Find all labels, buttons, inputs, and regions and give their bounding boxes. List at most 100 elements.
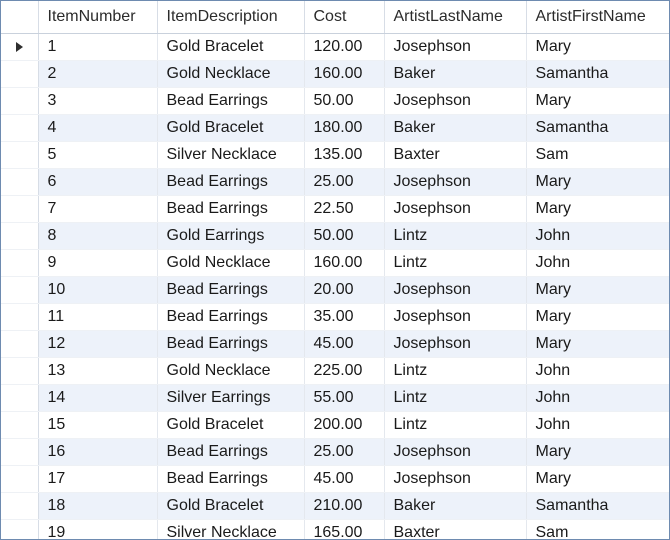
cell-item-number[interactable]: 6 [38,168,158,196]
cell-item-number[interactable]: 18 [38,492,158,520]
cell-item-description[interactable]: Gold Earrings [157,222,305,250]
cell-item-number[interactable]: 9 [38,249,158,277]
cell-artist-last-name[interactable]: Baxter [384,519,527,539]
cell-artist-last-name[interactable]: Baker [384,60,527,88]
cell-cost[interactable]: 210.00 [304,492,385,520]
cell-item-number[interactable]: 10 [38,276,158,304]
cell-cost[interactable]: 20.00 [304,276,385,304]
cell-cost[interactable]: 165.00 [304,519,385,539]
table-row[interactable]: 6 Bead Earrings 25.00 Josephson Mary [1,168,669,196]
cell-artist-first-name[interactable]: John [526,411,669,439]
cell-artist-last-name[interactable]: Josephson [384,465,527,493]
cell-artist-first-name[interactable]: John [526,357,669,385]
cell-cost[interactable]: 25.00 [304,168,385,196]
cell-item-number[interactable]: 3 [38,87,158,115]
table-row[interactable]: 11 Bead Earrings 35.00 Josephson Mary [1,303,669,331]
cell-cost[interactable]: 35.00 [304,303,385,331]
table-row[interactable]: 17 Bead Earrings 45.00 Josephson Mary [1,465,669,493]
cell-item-description[interactable]: Gold Necklace [157,249,305,277]
cell-item-number[interactable]: 4 [38,114,158,142]
row-selector[interactable] [1,492,39,520]
cell-artist-first-name[interactable]: Sam [526,519,669,539]
cell-artist-last-name[interactable]: Lintz [384,222,527,250]
cell-item-description[interactable]: Silver Necklace [157,519,305,539]
column-header-itemnumber[interactable]: ItemNumber [38,1,158,34]
cell-cost[interactable]: 160.00 [304,60,385,88]
cell-artist-first-name[interactable]: Mary [526,465,669,493]
cell-cost[interactable]: 45.00 [304,330,385,358]
row-selector[interactable] [1,168,39,196]
cell-artist-first-name[interactable]: John [526,384,669,412]
cell-cost[interactable]: 200.00 [304,411,385,439]
cell-artist-first-name[interactable]: Mary [526,168,669,196]
cell-artist-last-name[interactable]: Josephson [384,303,527,331]
cell-cost[interactable]: 180.00 [304,114,385,142]
cell-item-number[interactable]: 7 [38,195,158,223]
table-row[interactable]: 12 Bead Earrings 45.00 Josephson Mary [1,330,669,358]
cell-item-description[interactable]: Silver Earrings [157,384,305,412]
cell-item-number[interactable]: 5 [38,141,158,169]
column-header-itemdescription[interactable]: ItemDescription [157,1,305,34]
cell-artist-last-name[interactable]: Lintz [384,249,527,277]
table-row[interactable]: 10 Bead Earrings 20.00 Josephson Mary [1,276,669,304]
row-selector-header[interactable] [1,1,39,34]
table-row[interactable]: 1 Gold Bracelet 120.00 Josephson Mary [1,33,669,61]
cell-cost[interactable]: 22.50 [304,195,385,223]
cell-artist-first-name[interactable]: John [526,249,669,277]
cell-item-description[interactable]: Bead Earrings [157,195,305,223]
cell-item-description[interactable]: Silver Necklace [157,141,305,169]
table-row[interactable]: 16 Bead Earrings 25.00 Josephson Mary [1,438,669,466]
cell-artist-last-name[interactable]: Lintz [384,357,527,385]
column-header-artistfirstname[interactable]: ArtistFirstName [526,1,669,34]
table-row[interactable]: 19 Silver Necklace 165.00 Baxter Sam [1,519,669,539]
cell-item-description[interactable]: Bead Earrings [157,276,305,304]
table-row[interactable]: 4 Gold Bracelet 180.00 Baker Samantha [1,114,669,142]
cell-cost[interactable]: 160.00 [304,249,385,277]
cell-item-description[interactable]: Gold Bracelet [157,492,305,520]
cell-cost[interactable]: 55.00 [304,384,385,412]
cell-item-number[interactable]: 17 [38,465,158,493]
table-row[interactable]: 15 Gold Bracelet 200.00 Lintz John [1,411,669,439]
cell-artist-last-name[interactable]: Josephson [384,330,527,358]
cell-item-description[interactable]: Gold Necklace [157,60,305,88]
cell-item-number[interactable]: 14 [38,384,158,412]
cell-artist-last-name[interactable]: Josephson [384,195,527,223]
table-row[interactable]: 5 Silver Necklace 135.00 Baxter Sam [1,141,669,169]
cell-item-description[interactable]: Bead Earrings [157,303,305,331]
row-selector[interactable] [1,87,39,115]
cell-artist-last-name[interactable]: Josephson [384,168,527,196]
row-selector[interactable] [1,195,39,223]
row-selector[interactable] [1,465,39,493]
cell-item-description[interactable]: Bead Earrings [157,330,305,358]
cell-artist-first-name[interactable]: Mary [526,330,669,358]
cell-item-description[interactable]: Bead Earrings [157,168,305,196]
row-selector[interactable] [1,249,39,277]
cell-cost[interactable]: 50.00 [304,87,385,115]
table-row[interactable]: 7 Bead Earrings 22.50 Josephson Mary [1,195,669,223]
cell-cost[interactable]: 135.00 [304,141,385,169]
cell-artist-first-name[interactable]: Samantha [526,114,669,142]
cell-cost[interactable]: 45.00 [304,465,385,493]
cell-artist-last-name[interactable]: Lintz [384,384,527,412]
cell-item-description[interactable]: Gold Bracelet [157,33,305,61]
cell-artist-last-name[interactable]: Josephson [384,438,527,466]
cell-cost[interactable]: 225.00 [304,357,385,385]
cell-artist-first-name[interactable]: Samantha [526,492,669,520]
table-row[interactable]: 3 Bead Earrings 50.00 Josephson Mary [1,87,669,115]
cell-artist-last-name[interactable]: Josephson [384,33,527,61]
row-selector[interactable] [1,141,39,169]
cell-artist-first-name[interactable]: Mary [526,33,669,61]
cell-artist-first-name[interactable]: John [526,222,669,250]
cell-artist-first-name[interactable]: Mary [526,276,669,304]
cell-artist-first-name[interactable]: Mary [526,87,669,115]
cell-artist-last-name[interactable]: Baker [384,492,527,520]
cell-item-number[interactable]: 15 [38,411,158,439]
table-row[interactable]: 2 Gold Necklace 160.00 Baker Samantha [1,60,669,88]
cell-cost[interactable]: 50.00 [304,222,385,250]
cell-artist-first-name[interactable]: Mary [526,303,669,331]
row-selector[interactable] [1,330,39,358]
cell-item-number[interactable]: 1 [38,33,158,61]
column-header-artistlastname[interactable]: ArtistLastName [384,1,527,34]
cell-artist-first-name[interactable]: Mary [526,195,669,223]
cell-item-description[interactable]: Bead Earrings [157,87,305,115]
